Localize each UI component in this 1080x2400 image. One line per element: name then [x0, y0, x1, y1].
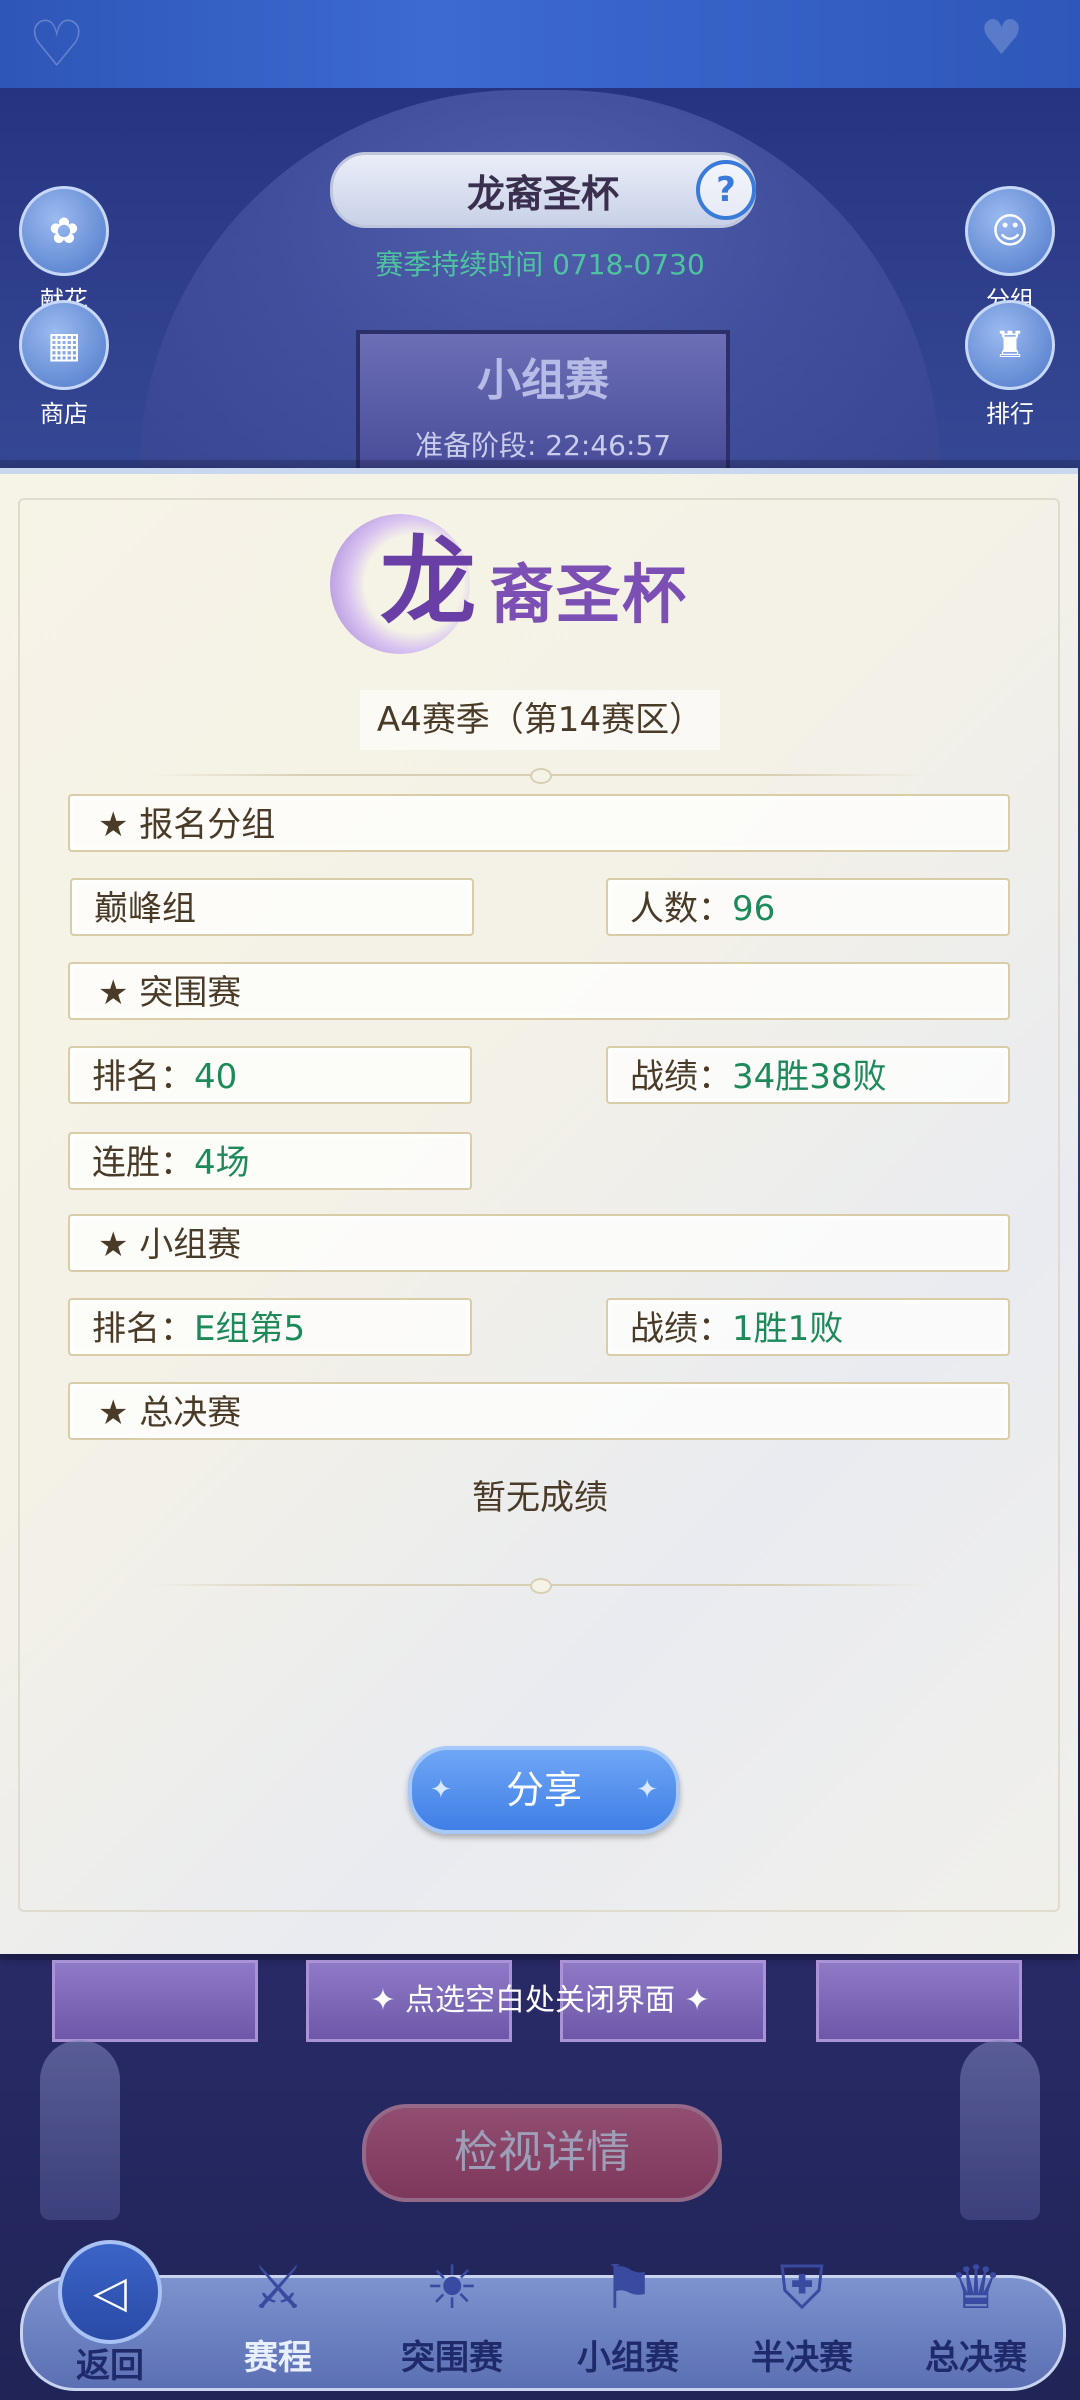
nav-final[interactable]: ♛ 总决赛: [896, 2240, 1056, 2390]
group-icon: ☺: [965, 186, 1055, 276]
divider: [150, 768, 930, 784]
season-label: A4赛季（第14赛区）: [360, 690, 720, 750]
flower-icon: ✿: [19, 186, 109, 276]
flower-button[interactable]: ✿ 献花: [16, 186, 112, 315]
sparkle-icon: ✦: [430, 1775, 452, 1805]
stage-name: 小组赛: [477, 355, 609, 406]
result-modal: 龙 裔圣杯 A4赛季（第14赛区） ★ 报名分组 巅峰组 人数：96 ★ 突围赛…: [0, 468, 1078, 1954]
top-bar: ♡ ♥: [0, 0, 1080, 88]
sparkle-icon: ✦: [636, 1775, 658, 1805]
breakout-streak-field: 连胜：4场: [68, 1132, 472, 1190]
group-rank-label: 排名：: [92, 1309, 194, 1349]
signup-people-field: 人数：96: [606, 878, 1010, 936]
nav-group-stage[interactable]: ⚑ 小组赛: [548, 2240, 708, 2390]
nav-back-label: 返回: [76, 2346, 144, 2386]
share-button[interactable]: ✦ 分享 ✦: [408, 1746, 680, 1834]
breakout-record-value: 34胜38败: [732, 1057, 887, 1097]
event-title-banner: 龙裔圣杯: [330, 152, 756, 228]
stage-countdown: 准备阶段: 22:46:57: [414, 429, 672, 462]
section-signup-header: ★ 报名分组: [68, 794, 1010, 852]
finals-no-result: 暂无成绩: [472, 1478, 608, 1518]
close-hint-text: 点选空白处关闭界面: [405, 1983, 675, 2018]
close-hint: ✦ 点选空白处关闭界面 ✦: [0, 1975, 1080, 2019]
nav-schedule[interactable]: ⚔ 赛程: [198, 2240, 358, 2390]
breakout-record-label: 战绩：: [630, 1057, 732, 1097]
people-label: 人数：: [630, 889, 732, 929]
nav-back[interactable]: ◁ 返回: [30, 2240, 190, 2390]
breakout-rank-value: 40: [194, 1057, 238, 1097]
semifinal-icon: ⛨: [779, 2253, 825, 2323]
ranking-button[interactable]: ♜ 排行: [962, 300, 1058, 429]
breakout-record-field: 战绩：34胜38败: [606, 1046, 1010, 1104]
nav-final-label: 总决赛: [925, 2338, 1027, 2378]
ranking-label: 排行: [986, 400, 1034, 428]
section-group-stage-header: ★ 小组赛: [68, 1214, 1010, 1272]
group-record-field: 战绩：1胜1败: [606, 1298, 1010, 1356]
stage-board: 小组赛 准备阶段: 22:46:57: [356, 330, 730, 478]
sparkle-icon: ✦: [675, 1983, 710, 2018]
group-stage-icon: ⚑: [601, 2253, 655, 2323]
nav-semifinal-label: 半决赛: [751, 2338, 853, 2378]
logo-big-char: 龙: [380, 525, 476, 638]
breakout-rank-field: 排名：40: [68, 1046, 472, 1104]
section-finals-header: ★ 总决赛: [68, 1382, 1010, 1440]
schedule-icon: ⚔: [251, 2253, 305, 2323]
heart-icon: ♥: [980, 10, 1024, 66]
pillar-decoration: [960, 2040, 1040, 2220]
season-duration: 赛季持续时间 0718-0730: [375, 248, 705, 281]
nav-breakout[interactable]: ☀ 突围赛: [372, 2240, 532, 2390]
breakout-rank-label: 排名：: [92, 1057, 194, 1097]
nav-group-stage-label: 小组赛: [577, 2338, 679, 2378]
signup-group-field: 巅峰组: [70, 878, 474, 936]
view-details-button[interactable]: 检视详情: [362, 2104, 722, 2202]
pillar-decoration: [40, 2040, 120, 2220]
nav-breakout-label: 突围赛: [401, 2338, 503, 2378]
group-button[interactable]: ☺ 分组: [962, 186, 1058, 315]
signup-group-value: 巅峰组: [94, 889, 196, 929]
sparkle-icon: ✦: [370, 1983, 405, 2018]
event-title: 龙裔圣杯: [466, 171, 619, 216]
final-icon: ♛: [949, 2253, 1003, 2323]
heart-arrow-icon: ♡: [28, 8, 86, 82]
breakout-streak-label: 连胜：: [92, 1143, 194, 1183]
help-icon[interactable]: ?: [696, 160, 756, 220]
group-record-label: 战绩：: [630, 1309, 732, 1349]
breakout-icon: ☀: [425, 2253, 479, 2323]
ranking-icon: ♜: [965, 300, 1055, 390]
logo-rest-text: 裔圣杯: [490, 558, 688, 633]
share-label: 分享: [505, 1768, 582, 1812]
nav-schedule-label: 赛程: [244, 2338, 312, 2378]
back-icon: ◁: [58, 2240, 162, 2344]
event-logo: 龙 裔圣杯: [320, 504, 740, 654]
breakout-streak-value: 4场: [194, 1143, 250, 1183]
group-rank-field: 排名：E组第5: [68, 1298, 472, 1356]
shop-icon: ▦: [19, 300, 109, 390]
group-rank-value: E组第5: [194, 1309, 306, 1349]
people-value: 96: [732, 889, 776, 929]
shop-label: 商店: [40, 400, 88, 428]
shop-button[interactable]: ▦ 商店: [16, 300, 112, 429]
nav-semifinal[interactable]: ⛨ 半决赛: [722, 2240, 882, 2390]
section-breakout-header: ★ 突围赛: [68, 962, 1010, 1020]
divider: [150, 1578, 930, 1594]
group-record-value: 1胜1败: [732, 1309, 844, 1349]
